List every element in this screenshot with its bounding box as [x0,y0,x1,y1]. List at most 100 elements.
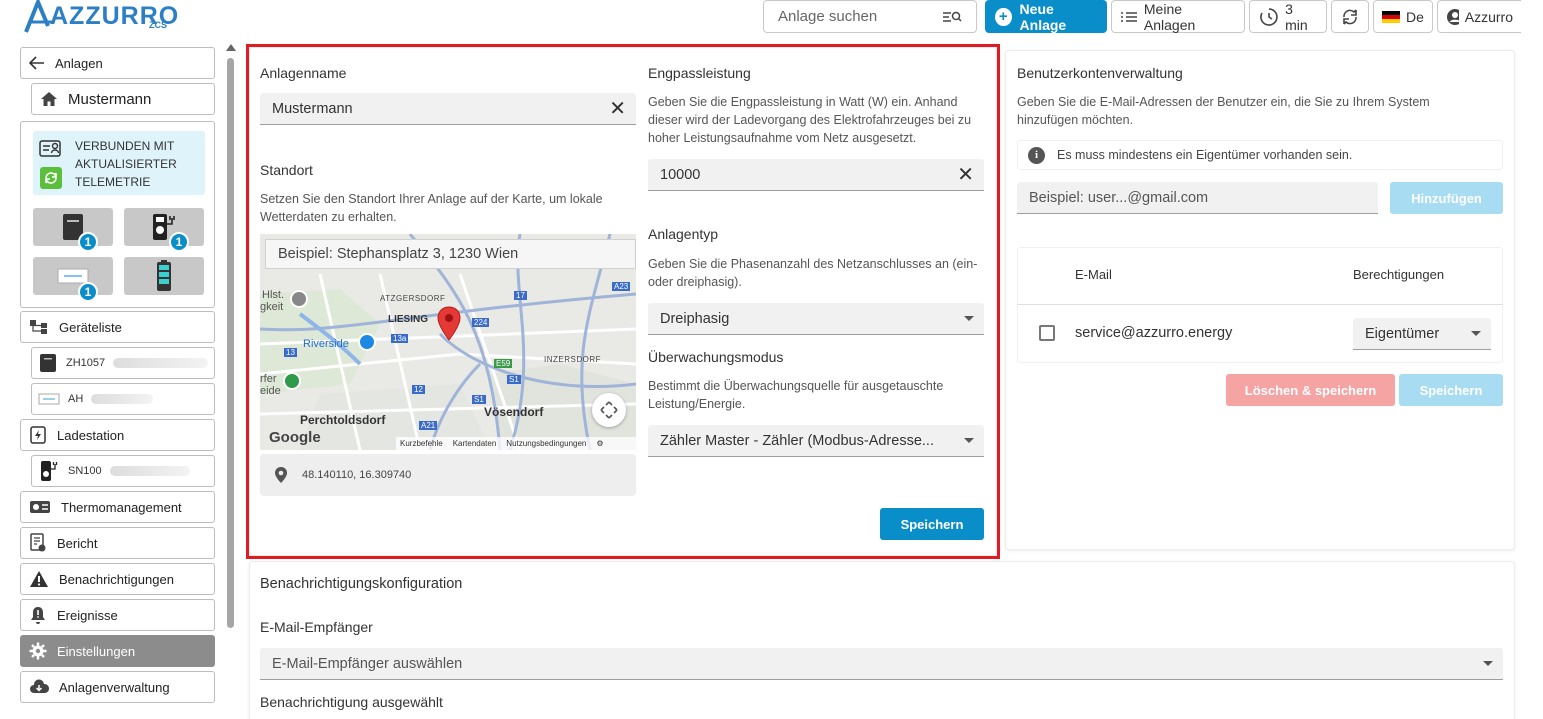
map-data-link[interactable]: Kartendaten [453,439,497,448]
road-shield: 12 [412,385,425,394]
sidebar-item-settings[interactable]: Einstellungen [20,635,215,667]
shopping-pin-icon[interactable] [358,333,376,351]
map-shortcuts-link[interactable]: Kurzbefehle [400,439,443,448]
search-placeholder: Anlage suchen [778,8,878,25]
language-button[interactable]: De [1373,0,1433,33]
german-flag-icon [1382,10,1400,23]
battery-tile[interactable] [124,257,204,295]
charger-tile[interactable] [124,208,204,246]
thermomanagement-label: Thermomanagement [61,499,182,515]
report-label: Bericht [57,535,98,551]
notification-config-heading: Benachrichtigungskonfiguration [260,576,463,592]
charger-count-badge: 1 [169,232,189,252]
peak-power-input[interactable]: 10000 ✕ [648,159,984,191]
road-shield: A23 [612,282,631,291]
sidebar-scrollbar[interactable] [227,58,234,628]
plus-icon: + [995,7,1012,26]
my-plants-button[interactable]: Meine Anlagen [1111,0,1245,33]
warning-icon [30,571,48,587]
clear-icon[interactable]: ✕ [957,162,974,187]
location-heading: Standort [260,162,313,178]
sidebar-item-events[interactable]: Ereignisse [20,599,215,631]
scroll-up-arrow-icon[interactable] [226,44,236,51]
new-plant-label: Neue Anlage [1019,0,1067,33]
report-map-error-icon[interactable]: ⚙ [596,439,603,448]
logo[interactable]: AZZURRO ZCS [24,0,178,34]
sidebar-item-report[interactable]: Bericht [20,527,215,559]
device-tree-icon [30,320,47,334]
plant-name-item[interactable]: Mustermann [31,83,215,115]
user-email-placeholder: Beispiel: user...@gmail.com [1029,189,1209,206]
email-recipients-select[interactable]: E-Mail-Empfänger auswählen [260,648,1503,680]
id-card-icon [39,140,61,157]
map-fullscreen-button[interactable] [592,393,626,427]
plant-status-card: VERBUNDEN MIT AKTUALISIERTER TELEMETRIE … [20,121,215,308]
bell-alert-icon [31,607,45,624]
refresh-telemetry-icon [40,167,62,189]
save-plant-button[interactable]: Speichern [880,508,984,540]
row-email: service@azzurro.energy [1075,325,1233,341]
save-users-button[interactable]: Speichern [1399,374,1503,406]
plant-name-input[interactable]: Mustermann ✕ [260,93,636,125]
device-sn-label: SN100 [68,465,102,477]
home-icon [41,92,57,106]
user-menu-button[interactable]: Azzurro [1437,0,1521,33]
new-plant-button[interactable]: + Neue Anlage [985,0,1107,33]
sidebar-item-device-sn[interactable]: SN100 [31,455,215,487]
delete-and-save-button[interactable]: Löschen & speichern [1226,374,1395,406]
status-text: VERBUNDEN MIT AKTUALISIERTER TELEMETRIE [75,137,177,191]
inverter-count-badge: 1 [78,232,98,252]
location-marker-icon[interactable] [436,306,462,342]
map-terms-link[interactable]: Nutzungsbedingungen [506,439,586,448]
location-map[interactable]: Beispiel: Stephansplatz 3, 1230 Wien Hls… [260,234,636,450]
coordinates-value: 48.140110, 16.309740 [302,469,412,481]
redacted-serial [109,466,190,476]
sidebar-item-device-ah[interactable]: AH [31,383,215,415]
park-pin-icon[interactable] [283,372,301,390]
clear-icon[interactable]: ✕ [609,96,626,121]
address-search-input[interactable]: Beispiel: Stephansplatz 3, 1230 Wien [265,239,636,269]
refresh-interval-button[interactable]: 3 min [1249,0,1327,33]
ev-station-icon [30,426,46,444]
transit-pin-icon[interactable] [290,290,308,308]
table-divider [1017,304,1503,305]
sync-icon [1343,8,1357,25]
status-line-3: TELEMETRIE [75,175,151,189]
gear-icon [29,642,47,660]
user-icon [1447,8,1459,25]
sidebar-item-notifications[interactable]: Benachrichtigungen [20,563,215,595]
cloud-download-icon [30,679,49,693]
back-to-plants-button[interactable]: Anlagen [20,47,215,79]
refresh-interval-label: 3 min [1285,0,1308,33]
user-email-input[interactable]: Beispiel: user...@gmail.com [1017,182,1378,214]
row-select-checkbox[interactable] [1039,325,1055,341]
inverter-tile[interactable] [33,208,113,246]
sidebar-item-device-list[interactable]: Geräteliste [20,311,215,343]
monitoring-mode-value: Zähler Master - Zähler (Modbus-Adresse..… [660,432,934,449]
ev-charger-icon [41,461,58,481]
plant-search-input[interactable]: Anlage suchen [763,0,977,33]
road-shield: 13a [391,334,409,343]
search-list-icon [943,11,962,22]
redacted-serial [91,394,154,404]
add-user-button[interactable]: Hinzufügen [1390,182,1503,214]
sync-button[interactable] [1331,0,1369,33]
plant-name-heading: Anlagenname [260,65,347,81]
monitoring-mode-select[interactable]: Zähler Master - Zähler (Modbus-Adresse..… [648,425,984,457]
list-icon [1121,11,1137,22]
map-label: ATZGERSDORF [380,294,446,303]
plant-type-select[interactable]: Dreiphasig [648,303,984,335]
sidebar-item-charging-station[interactable]: Ladestation [20,419,215,451]
permission-select[interactable]: Eigentümer [1353,318,1491,350]
peak-power-value: 10000 [660,166,701,183]
redacted-serial [113,358,208,368]
plant-name-value: Mustermann [272,100,353,117]
owner-info-text: Es muss mindestens ein Eigentümer vorhan… [1057,148,1353,162]
peak-power-heading: Engpassleistung [648,65,751,81]
back-label: Anlagen [55,55,103,71]
sidebar-item-device-zh[interactable]: ZH1057 [31,347,215,379]
meter-tile[interactable] [33,257,113,295]
sidebar-item-plant-management[interactable]: Anlagenverwaltung [20,671,215,703]
selected-notification-heading: Benachrichtigung ausgewählt [260,694,443,710]
sidebar-item-thermomanagement[interactable]: Thermomanagement [20,491,215,523]
